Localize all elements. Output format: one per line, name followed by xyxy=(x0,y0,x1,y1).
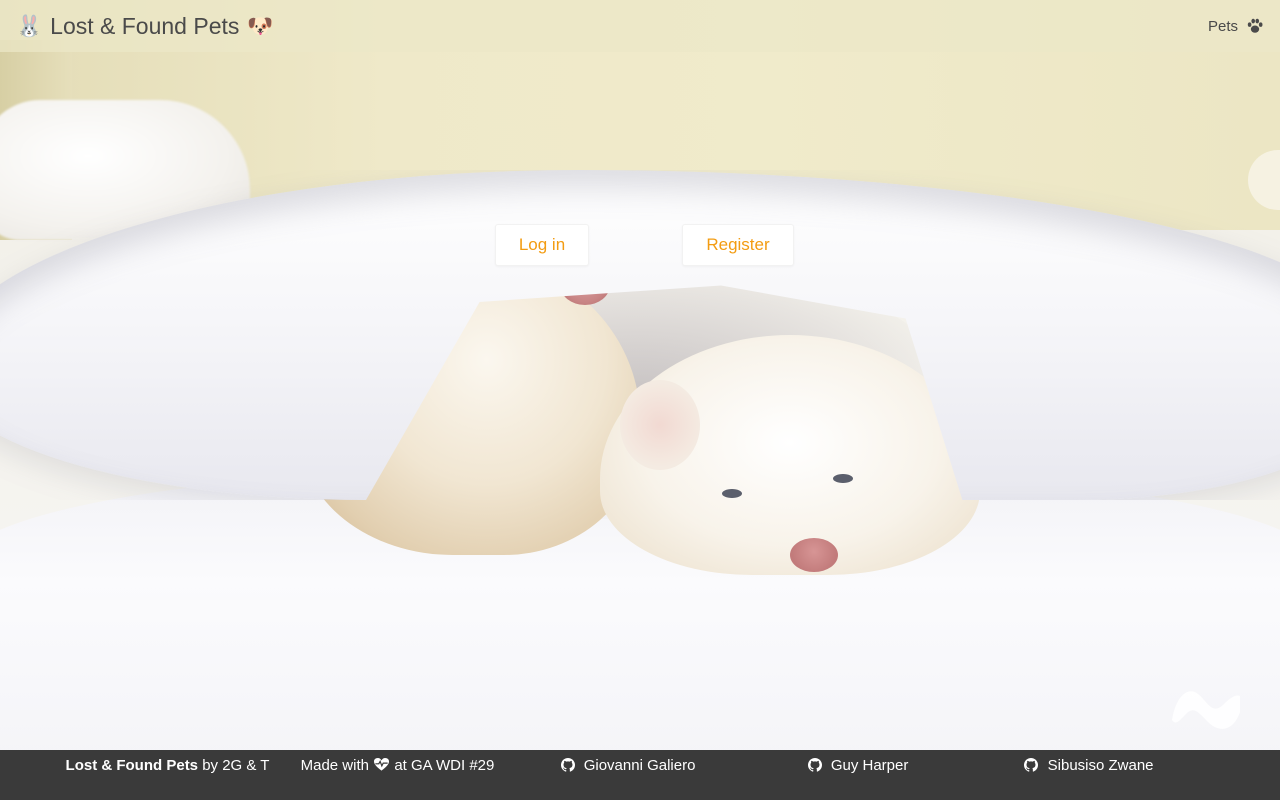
footer-credit: Lost & Found Pets by 2G & T xyxy=(60,754,275,778)
puppy-right-eye-left xyxy=(722,489,742,498)
github-icon xyxy=(1024,758,1039,772)
developer-name: Giovanni Galiero xyxy=(583,757,696,774)
hero-background xyxy=(0,0,1280,750)
footer: Lost & Found Pets by 2G & T Made with at… xyxy=(0,750,1280,800)
footer-made-prefix: Made with xyxy=(300,757,369,774)
github-icon xyxy=(807,758,822,772)
nav-item-pets-label: Pets xyxy=(1207,17,1238,35)
brand-title: Lost & Found Pets xyxy=(50,12,240,39)
puppy-right-eye-right xyxy=(833,474,853,483)
footer-by-text: by 2G & T xyxy=(202,757,270,774)
puppy-right-nose xyxy=(790,538,838,572)
rabbit-emoji-icon: 🐰 xyxy=(16,14,43,38)
navbar: 🐰 Lost & Found Pets 🐶 Pets xyxy=(0,0,1280,52)
paw-icon xyxy=(1247,18,1263,33)
nav-item-pets[interactable]: Pets xyxy=(1208,17,1264,35)
developer-link-3[interactable]: Sibusiso Zwane xyxy=(1005,754,1173,778)
puppy-right-ear xyxy=(620,380,700,470)
developer-name: Guy Harper xyxy=(830,757,909,774)
developer-name: Sibusiso Zwane xyxy=(1047,757,1154,774)
dog-emoji-icon: 🐶 xyxy=(247,14,274,38)
footer-made-suffix: at GA WDI #29 xyxy=(394,757,495,774)
login-button[interactable]: Log in xyxy=(495,224,589,266)
github-icon xyxy=(560,758,575,772)
wave-logo-icon xyxy=(1172,691,1240,729)
footer-app-name: Lost & Found Pets xyxy=(65,757,199,774)
register-button[interactable]: Register xyxy=(682,224,794,266)
footer-made-with: Made with at GA WDI #29 xyxy=(290,754,505,778)
developer-link-2[interactable]: Guy Harper xyxy=(790,754,926,778)
brand-link[interactable]: 🐰 Lost & Found Pets 🐶 xyxy=(16,13,274,40)
heart-pulse-icon xyxy=(374,758,390,771)
developer-link-1[interactable]: Giovanni Galiero xyxy=(540,754,716,778)
